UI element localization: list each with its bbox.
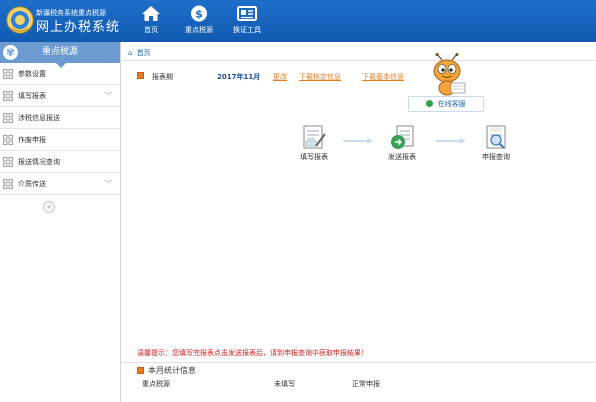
stats-column-header: 重点税源 [142,380,170,388]
sidebar-item-fill-report[interactable]: 填写报表 ﹀ [0,85,120,107]
sidebar-item-label: 报送情况查询 [18,158,60,166]
sidebar-item-void-declaration[interactable]: 作废申报 [0,129,120,151]
download-verification-link[interactable]: 下载核定信息 [299,72,341,82]
stats-title-label: 本月统计信息 [148,366,196,375]
breadcrumb: ⌂ 首页 [122,45,596,61]
gear-icon: ✾ [3,45,18,60]
sidebar-item-label: 涉税信息报送 [18,114,60,122]
grid-icon [3,157,13,167]
sidebar-item-media-transfer[interactable]: 介质传送 ﹀ [0,173,120,195]
dollar-icon: $ [191,5,207,22]
download-basic-info-link[interactable]: 下载基本信息 [362,72,404,82]
top-header: 新疆税务系统重点税源 网上办税系统 首页 $ 重点税源 换证工具 [0,0,596,42]
bullet-square-icon [137,72,144,79]
grid-icon [3,69,13,79]
ant-mascot-icon [433,53,466,96]
sidebar-item-tax-info-submit[interactable]: 涉税信息报送 [0,107,120,129]
svg-text:$: $ [195,8,203,21]
nav-cert-tool[interactable]: 换证工具 [222,5,272,39]
step-declaration-query-label: 申报查询 [482,153,510,161]
certificate-icon [237,6,257,21]
period-label: 报表期 [152,73,173,81]
nav-home-label: 首页 [144,26,158,34]
period-row: 报表期 2017年11月 更改 下载核定信息 下载基本信息 [137,72,404,82]
step-fill-report[interactable]: 填写报表 [292,124,336,162]
bullet-square-icon [137,367,144,374]
stats-column-header: 未填写 [274,380,295,388]
grid-icon [3,91,13,101]
tax-emblem-icon [6,6,34,34]
fill-report-icon [303,125,326,149]
grid-icon [3,113,13,123]
arrow-right-icon [343,138,373,144]
nav-cert-tool-label: 换证工具 [233,26,261,34]
sidebar-collapse-button[interactable]: « [43,201,55,213]
brand-title: 网上办税系统 [36,20,121,35]
home-icon [142,6,160,21]
breadcrumb-home-link[interactable]: 首页 [137,49,151,57]
period-value: 2017年11月 [217,73,261,81]
nav-key-tax-source[interactable]: $ 重点税源 [174,5,224,39]
stats-title: 本月统计信息 [137,365,196,376]
step-send-report[interactable]: 发送报表 [380,124,424,162]
chevron-down-icon: ﹀ [105,180,112,188]
sidebar-item-submission-query[interactable]: 报送情况查询 [0,151,120,173]
sidebar-item-label: 参数设置 [18,70,46,78]
online-service-button[interactable]: 在线客服 [408,96,484,112]
grid-icon [3,135,13,145]
online-service-label: 在线客服 [437,100,466,108]
online-service-icon [426,100,434,107]
stats-column-header: 正常申报 [352,380,380,388]
grid-icon [3,179,13,189]
sidebar-title: 重点税源 [41,47,78,57]
home-icon: ⌂ [128,49,133,57]
sidebar-header: ✾ 重点税源 [0,42,120,68]
tax-query-icon [486,125,506,149]
nav-home[interactable]: 首页 [126,5,176,39]
sidebar-item-param-settings[interactable]: 参数设置 [0,63,120,85]
step-send-report-label: 发送报表 [388,153,416,161]
change-period-link[interactable]: 更改 [273,72,287,82]
warm-tip: 温馨提示：您填写完报表点击发送报表后，请到申报查询中获取申报结果！ [137,349,368,357]
step-declaration-query[interactable]: 申报查询 [474,124,518,162]
nav-key-tax-source-label: 重点税源 [185,26,213,34]
send-report-icon [391,125,414,149]
sidebar-item-label: 介质传送 [18,180,46,188]
arrow-right-icon [436,138,466,144]
sidebar-item-label: 作废申报 [18,136,46,144]
chevron-down-icon: ﹀ [105,92,112,100]
sidebar: ✾ 重点税源 参数设置 填写报表 ﹀ 涉税信息报送 作废申报 报送情况查询 介质… [0,42,121,402]
step-fill-report-label: 填写报表 [300,153,328,161]
sidebar-item-label: 填写报表 [18,92,46,100]
